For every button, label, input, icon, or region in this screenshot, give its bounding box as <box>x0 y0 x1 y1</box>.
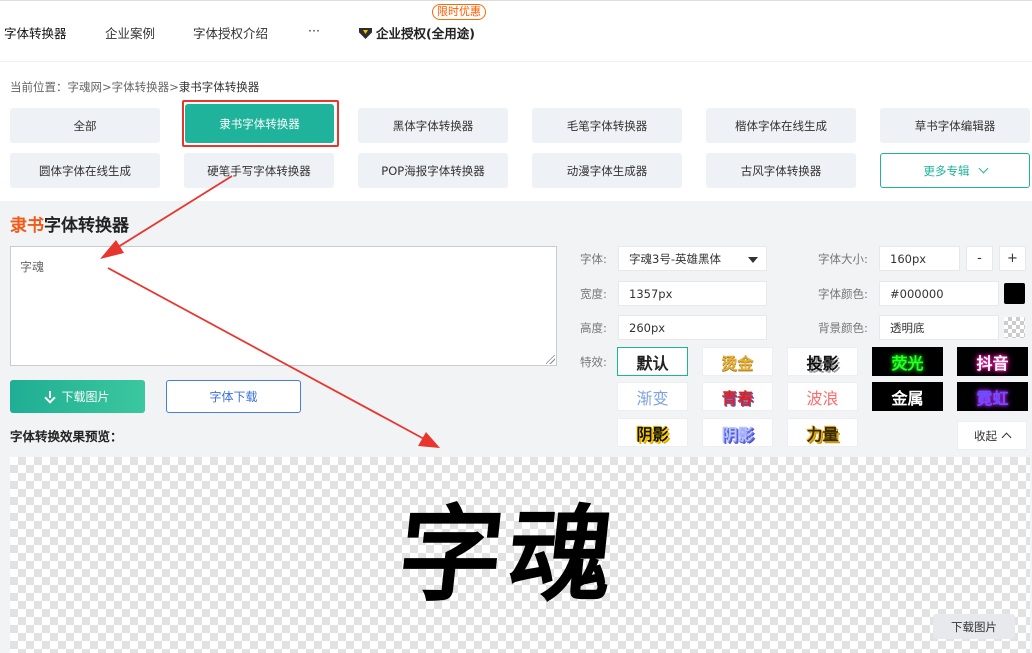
nav-font-converter[interactable]: 字体转换器 <box>4 23 67 42</box>
caret-down-icon <box>748 257 758 263</box>
font-size-decrease-button[interactable]: - <box>966 246 993 271</box>
width-label: 宽度: <box>580 287 607 301</box>
category-gufeng[interactable]: 古风字体转换器 <box>706 153 856 188</box>
category-kaiti[interactable]: 楷体字体在线生成 <box>706 108 856 143</box>
category-pop[interactable]: POP海报字体转换器 <box>358 153 508 188</box>
category-yuanti[interactable]: 圆体字体在线生成 <box>10 153 160 188</box>
effect-neon[interactable]: 霓虹 <box>957 382 1028 411</box>
breadcrumb-prefix: 当前位置： <box>10 80 68 94</box>
font-download-button[interactable]: 字体下载 <box>166 380 301 413</box>
font-size-increase-button[interactable]: + <box>999 246 1026 271</box>
breadcrumb-current: 隶书字体转换器 <box>178 80 260 94</box>
font-color-swatch[interactable] <box>1004 283 1025 304</box>
resize-handle-icon[interactable] <box>546 355 555 364</box>
effect-douyin[interactable]: 抖音 <box>957 347 1028 376</box>
bg-color-input[interactable]: 透明底 <box>879 315 999 340</box>
font-size-input[interactable]: 160px <box>879 246 960 271</box>
highlight-box <box>182 100 339 147</box>
category-all[interactable]: 全部 <box>10 108 160 143</box>
effect-metal[interactable]: 金属 <box>872 382 943 411</box>
text-input[interactable]: 字魂 <box>10 246 557 366</box>
collapse-label: 收起 <box>974 428 997 443</box>
bg-color-swatch[interactable] <box>1004 317 1025 338</box>
download-image-label: 下载图片 <box>61 390 110 404</box>
effect-shadow-blue[interactable]: 阴影 <box>702 418 773 447</box>
effect-shadow-yellow[interactable]: 阴影 <box>617 418 688 447</box>
effect-wave[interactable]: 波浪 <box>787 382 858 411</box>
preview-label: 字体转换效果预览： <box>10 429 123 444</box>
bg-color-label: 背景颜色: <box>818 321 868 335</box>
effect-drop-shadow[interactable]: 投影 <box>787 347 858 376</box>
nav-enterprise-cases[interactable]: 企业案例 <box>105 23 155 42</box>
category-yingbi[interactable]: 硬笔手写字体转换器 <box>184 153 334 188</box>
more-albums-button[interactable]: 更多专辑 <box>880 153 1030 188</box>
vip-diamond-icon <box>359 28 372 39</box>
title-accent: 隶书 <box>10 216 44 236</box>
effect-power[interactable]: 力量 <box>787 418 858 447</box>
page-title: 隶书字体转换器 <box>10 211 129 236</box>
font-select[interactable]: 字魂3号-英雄黑体 <box>618 246 767 271</box>
preview-download-button[interactable]: 下载图片 <box>933 614 1015 639</box>
download-image-button[interactable]: 下载图片 <box>10 380 145 413</box>
effects-label: 特效: <box>580 355 607 369</box>
nav-license-intro[interactable]: 字体授权介绍 <box>193 23 268 42</box>
download-icon <box>45 391 55 402</box>
chevron-down-icon <box>978 163 988 174</box>
effect-fluorescent[interactable]: 荧光 <box>872 347 943 376</box>
preview-text: 字魂 <box>392 494 626 616</box>
font-color-label: 字体颜色: <box>818 287 868 301</box>
width-input[interactable]: 1357px <box>618 281 767 306</box>
effect-youth[interactable]: 青春 <box>702 382 773 411</box>
promo-badge: 限时优惠 <box>432 4 486 20</box>
font-size-label: 字体大小: <box>818 252 868 266</box>
height-label: 高度: <box>580 321 607 335</box>
chevron-up-icon <box>1001 432 1012 443</box>
nav-enterprise-license[interactable]: 企业授权(全用途) <box>359 23 475 42</box>
breadcrumb-path[interactable]: 字魂网>字体转换器> <box>68 80 179 94</box>
category-anime[interactable]: 动漫字体生成器 <box>532 153 682 188</box>
effect-gradient[interactable]: 渐变 <box>617 382 688 411</box>
height-input[interactable]: 260px <box>618 315 767 340</box>
category-caoshu[interactable]: 草书字体编辑器 <box>880 108 1030 143</box>
more-albums-label: 更多专辑 <box>923 163 970 178</box>
top-navigation: 字体转换器 企业案例 字体授权介绍 ··· 企业授权(全用途) 限时优惠 <box>0 0 1032 62</box>
breadcrumb: 当前位置：字魂网>字体转换器>隶书字体转换器 <box>10 79 259 95</box>
font-select-value: 字魂3号-英雄黑体 <box>629 251 721 266</box>
category-maobi[interactable]: 毛笔字体转换器 <box>532 108 682 143</box>
enterprise-license-label: 企业授权(全用途) <box>376 26 475 41</box>
effect-gold-foil[interactable]: 烫金 <box>702 347 773 376</box>
font-label: 字体: <box>580 252 607 266</box>
title-rest: 字体转换器 <box>44 216 129 236</box>
effect-default[interactable]: 默认 <box>617 347 688 376</box>
nav-more-button[interactable]: ··· <box>308 23 320 38</box>
category-heiti[interactable]: 黑体字体转换器 <box>358 108 508 143</box>
font-color-input[interactable]: #000000 <box>879 281 999 306</box>
collapse-button[interactable]: 收起 <box>957 421 1027 450</box>
